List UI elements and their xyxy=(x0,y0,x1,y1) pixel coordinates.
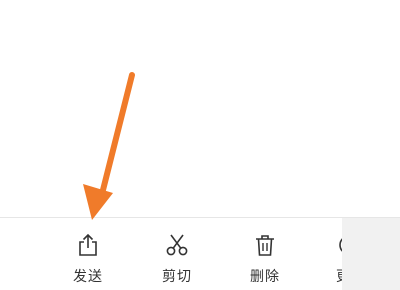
cut-label: 剪切 xyxy=(162,269,192,285)
share-upload-icon xyxy=(79,233,97,256)
bottom-toolbar: 发送 剪切 删除 更 xyxy=(0,218,400,290)
edge-panel xyxy=(342,218,400,290)
delete-label: 删除 xyxy=(250,269,280,285)
send-button[interactable]: 发送 xyxy=(58,232,118,288)
screen: 发送 剪切 删除 更 xyxy=(0,0,400,290)
trash-icon xyxy=(256,235,274,256)
cut-button[interactable]: 剪切 xyxy=(147,232,207,288)
send-label: 发送 xyxy=(73,269,103,285)
scissors-icon xyxy=(166,234,188,256)
delete-button[interactable]: 删除 xyxy=(235,232,295,288)
